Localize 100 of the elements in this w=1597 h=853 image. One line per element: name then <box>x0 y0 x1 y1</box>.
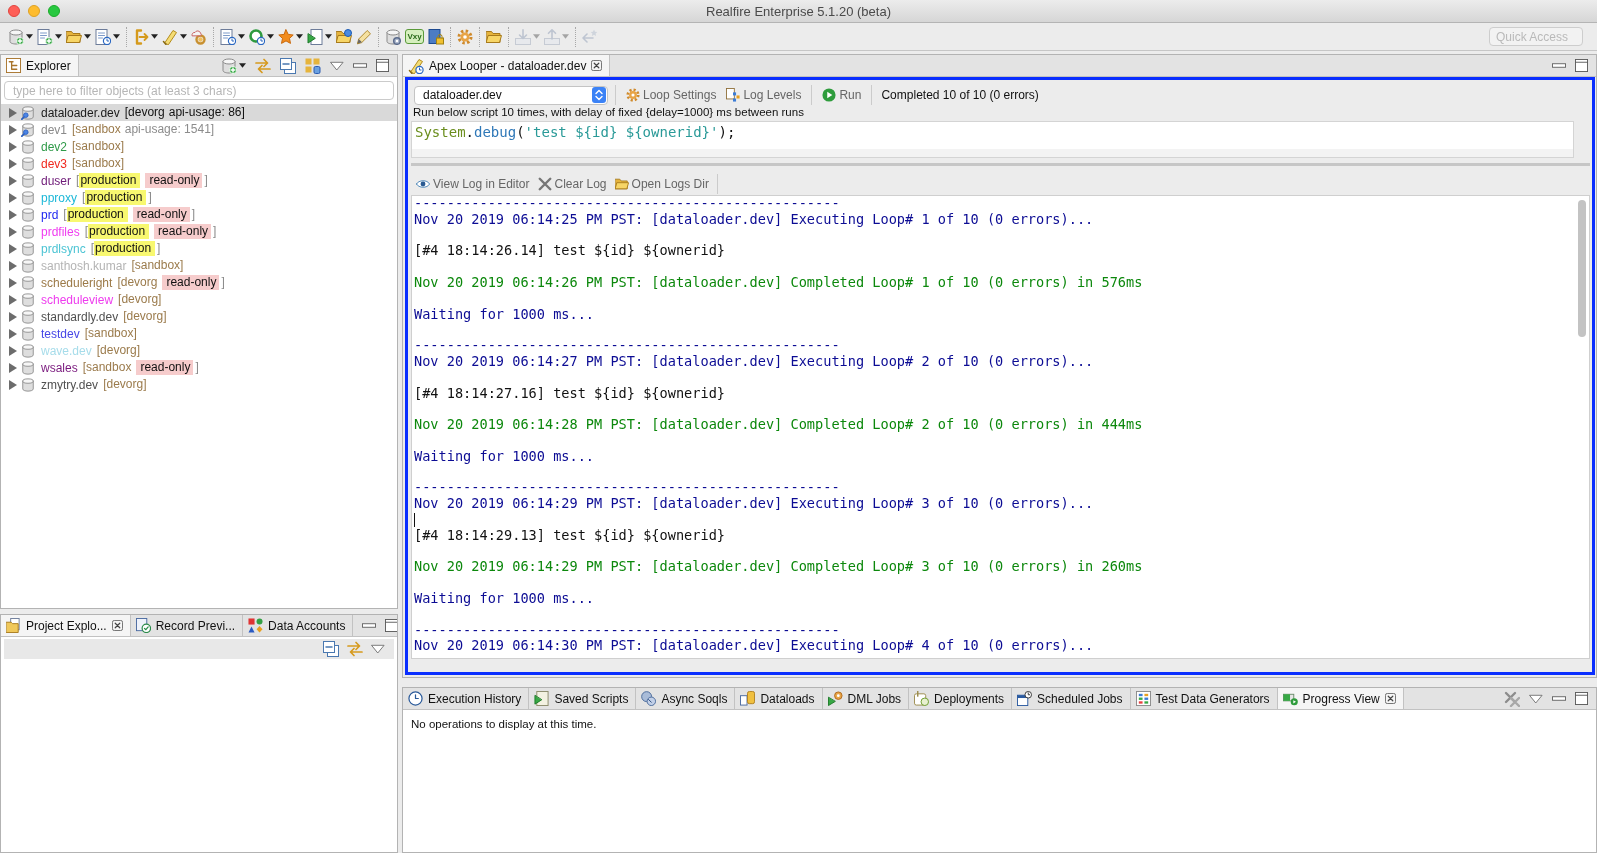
expand-arrow-icon[interactable] <box>9 379 17 390</box>
caret-icon[interactable] <box>238 34 245 39</box>
pencil-icon[interactable] <box>356 28 372 45</box>
minimize-icon[interactable] <box>1552 696 1566 701</box>
tree-item[interactable]: santhosh.kumar [sandbox] <box>1 257 397 274</box>
speech-bubble-button[interactable]: Vxy <box>405 29 424 44</box>
expand-arrow-icon[interactable] <box>9 243 17 254</box>
expand-arrow-icon[interactable] <box>9 226 17 237</box>
collapse-all-icon[interactable] <box>323 641 339 657</box>
quick-access-field[interactable]: Quick Access <box>1489 27 1583 46</box>
tree-item[interactable]: pproxy [production ] <box>1 189 397 206</box>
caret-icon[interactable] <box>239 63 246 68</box>
remove-all-icon[interactable] <box>1504 690 1520 707</box>
org-type-label: [sandbox] <box>131 258 184 273</box>
close-icon[interactable] <box>1384 693 1396 704</box>
caret-icon[interactable] <box>113 34 120 39</box>
editor-tab[interactable]: Apex Looper - dataloader.dev <box>403 55 611 76</box>
filter-field[interactable]: type here to filter objects (at least 3 chars) <box>4 81 394 100</box>
open-logs-dir-button[interactable]: Open Logs Dir <box>611 176 712 191</box>
clear-log-button[interactable]: Clear Log <box>534 176 610 191</box>
star-icon[interactable] <box>278 28 294 45</box>
expand-arrow-icon[interactable] <box>9 107 17 118</box>
layout-icon[interactable] <box>305 57 321 74</box>
log-levels-button[interactable]: Log Levels <box>723 88 805 102</box>
tree-item[interactable]: prdlsync [production ] <box>1 240 397 257</box>
close-icon[interactable] <box>111 620 123 631</box>
expand-arrow-icon[interactable] <box>9 294 17 305</box>
database-gear-icon[interactable] <box>385 28 401 45</box>
tree-item[interactable]: dataloader.dev [devorg api-usage: 86] <box>1 104 397 121</box>
expand-arrow-icon[interactable] <box>9 260 17 271</box>
org-select[interactable]: dataloader.dev <box>414 85 608 105</box>
view-log-button[interactable]: View Log in Editor <box>413 176 533 191</box>
view-menu-icon[interactable] <box>371 644 385 654</box>
maximize-icon[interactable] <box>376 59 389 72</box>
log-line: Waiting for 1000 ms... <box>414 590 596 607</box>
tree-item[interactable]: wave.dev [devorg] <box>1 342 397 359</box>
view-menu-icon[interactable] <box>330 60 344 71</box>
minimize-icon[interactable] <box>362 623 377 628</box>
view-menu-icon[interactable] <box>1529 693 1543 704</box>
close-icon[interactable] <box>591 60 603 71</box>
tree-item[interactable]: zmytry.dev [devorg] <box>1 376 397 393</box>
expand-arrow-icon[interactable] <box>9 175 17 186</box>
org-type-label: [sandbox] <box>72 139 125 154</box>
caret-icon[interactable] <box>26 34 33 39</box>
tree-item[interactable]: standardly.dev [devorg] <box>1 308 397 325</box>
maximize-icon[interactable] <box>385 619 397 632</box>
expand-arrow-icon[interactable] <box>9 328 17 339</box>
collapse-all-icon[interactable] <box>280 57 296 74</box>
maximize-icon[interactable] <box>1575 692 1588 705</box>
window-close-button[interactable] <box>8 5 20 17</box>
tree-item[interactable]: prdfiles [production read-only ] <box>1 223 397 240</box>
folder-globe-icon[interactable] <box>336 28 352 45</box>
tree-item[interactable]: dev2 [sandbox] <box>1 138 397 155</box>
tree-item[interactable]: scheduleview [devorg] <box>1 291 397 308</box>
maximize-icon[interactable] <box>1575 59 1588 72</box>
panel-tab[interactable]: Progress View <box>1277 688 1404 709</box>
scroll-clock-icon <box>408 57 424 74</box>
explorer-tab[interactable]: Explorer <box>1 55 79 76</box>
circle-clock-icon[interactable] <box>249 28 265 45</box>
status-text: Completed 10 of 10 (0 errors) <box>881 88 1039 102</box>
scrollbar-thumb[interactable] <box>1578 200 1586 337</box>
caret-icon[interactable] <box>84 34 91 39</box>
tree-item[interactable]: dev1 [sandbox api-usage: 1541] <box>1 121 397 138</box>
tree-item[interactable]: testdev [sandbox] <box>1 325 397 342</box>
minimize-icon[interactable] <box>1552 63 1566 68</box>
document-add-icon[interactable] <box>37 28 53 45</box>
panel-tab[interactable]: Project Explo... <box>1 615 131 636</box>
tree-item[interactable]: scheduleright [devorg read-only ] <box>1 274 397 291</box>
tree-item[interactable]: prd [production read-only ] <box>1 206 397 223</box>
document-lock-icon[interactable] <box>428 28 444 45</box>
expand-arrow-icon[interactable] <box>9 192 17 203</box>
play-document-icon[interactable] <box>307 28 323 45</box>
expand-arrow-icon[interactable] <box>9 209 17 220</box>
org-name: standardly.dev <box>41 309 119 324</box>
document-clock-icon[interactable] <box>95 28 111 45</box>
tree-item[interactable]: dev3 [sandbox] <box>1 155 397 172</box>
caret-icon[interactable] <box>180 34 187 39</box>
run-button[interactable]: Run <box>819 88 865 102</box>
tree-item[interactable]: duser [production read-only ] <box>1 172 397 189</box>
expand-arrow-icon[interactable] <box>9 362 17 373</box>
expand-arrow-icon[interactable] <box>9 345 17 356</box>
script-editor[interactable]: System.debug('test ${id} ${ownerid}'); <box>411 121 1574 158</box>
org-name: scheduleright <box>41 275 113 290</box>
caret-icon[interactable] <box>325 34 332 39</box>
loop-settings-button[interactable]: Loop Settings <box>623 88 720 102</box>
expand-arrow-icon[interactable] <box>9 311 17 322</box>
expand-arrow-icon[interactable] <box>9 124 17 135</box>
expand-arrow-icon[interactable] <box>9 277 17 288</box>
document-clock-icon[interactable] <box>220 28 236 45</box>
expand-arrow-icon[interactable] <box>9 158 17 169</box>
minimize-icon[interactable] <box>353 63 367 68</box>
caret-icon[interactable] <box>55 34 62 39</box>
caret-icon[interactable] <box>296 34 303 39</box>
expand-arrow-icon[interactable] <box>9 141 17 152</box>
org-type-label: [devorg] <box>96 343 141 358</box>
folder-icon[interactable] <box>486 28 502 45</box>
caret-icon[interactable] <box>267 34 274 39</box>
calendar-clock-icon <box>1017 691 1033 706</box>
caret-icon[interactable] <box>151 34 158 39</box>
tree-item[interactable]: wsales [sandbox read-only ] <box>1 359 397 376</box>
